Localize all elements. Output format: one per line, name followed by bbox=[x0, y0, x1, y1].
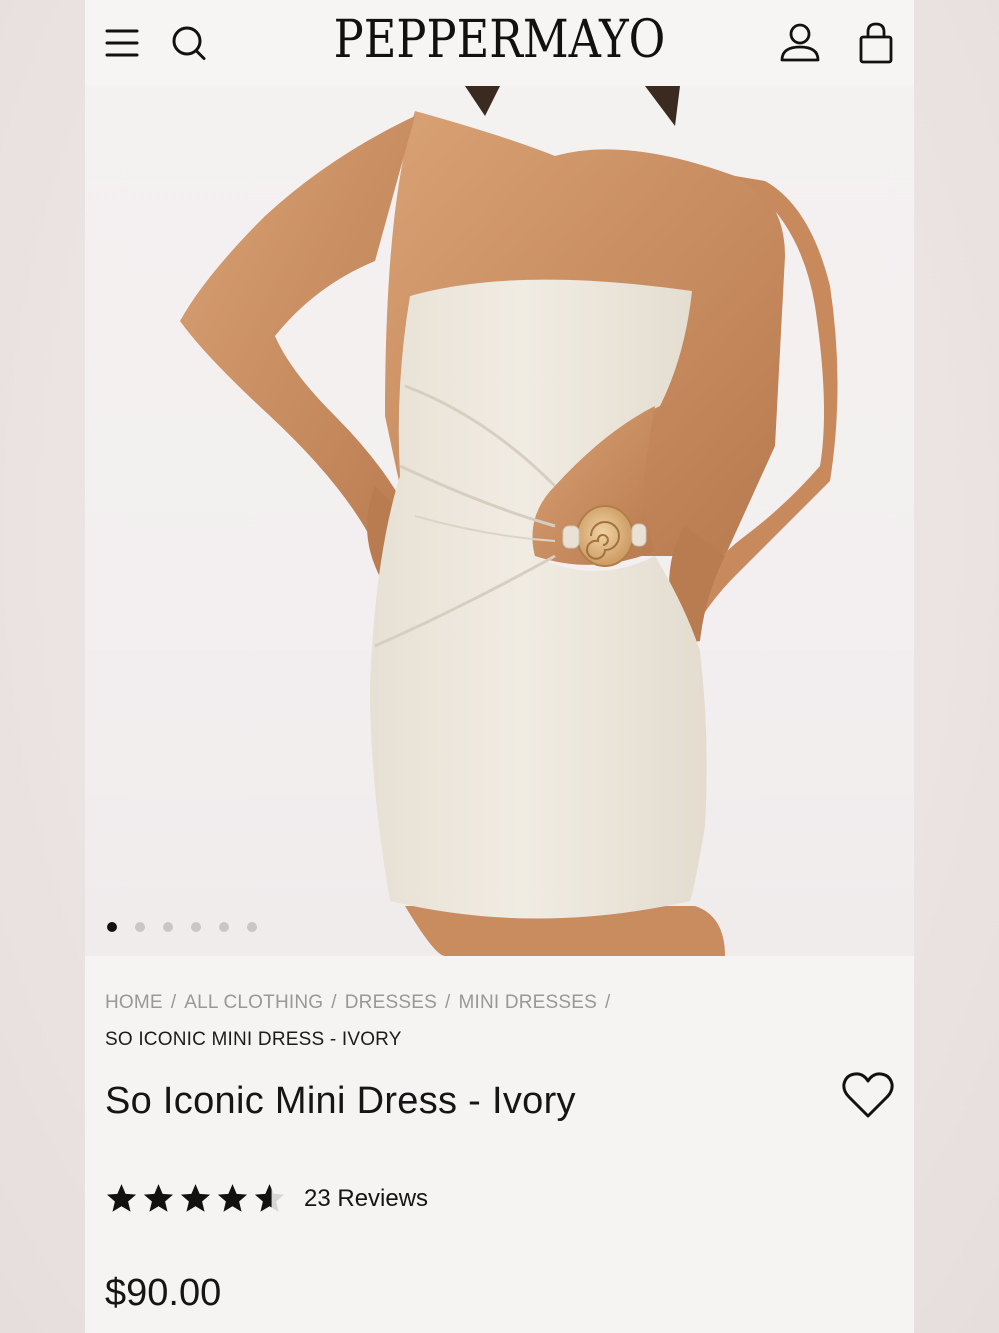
bag-icon[interactable] bbox=[857, 22, 895, 64]
breadcrumb-separator: / bbox=[444, 992, 451, 1013]
gallery-dot[interactable] bbox=[163, 922, 173, 932]
breadcrumb-mini-dresses[interactable]: MINI DRESSES bbox=[458, 992, 597, 1013]
product-image[interactable] bbox=[85, 86, 914, 956]
breadcrumb-separator: / bbox=[605, 992, 611, 1013]
star-icon bbox=[217, 1184, 248, 1212]
breadcrumb-separator: / bbox=[331, 992, 337, 1013]
heart-icon[interactable] bbox=[842, 1072, 894, 1120]
star-icon bbox=[106, 1184, 137, 1212]
gallery-dot[interactable] bbox=[107, 922, 117, 932]
breadcrumb: HOME / ALL CLOTHING / DRESSES / MINI DRESSES / … bbox=[105, 984, 885, 1058]
product-price: $90.00 bbox=[105, 1272, 222, 1314]
star-icon bbox=[143, 1184, 174, 1212]
gallery-dot[interactable] bbox=[219, 922, 229, 932]
gallery-dot[interactable] bbox=[191, 922, 201, 932]
product-info: HOME / ALL CLOTHING / DRESSES / MINI DRESSES / … bbox=[85, 956, 914, 1333]
product-rating[interactable]: 23 Reviews bbox=[105, 1182, 428, 1215]
menu-icon[interactable] bbox=[103, 22, 143, 64]
star-half-icon bbox=[254, 1184, 285, 1212]
brand-logo[interactable]: PEPPERMAYO bbox=[143, 10, 856, 70]
product-page: PEPPERMAYO HOME / ALL CLOTHING / DRESSES… bbox=[85, 0, 914, 1333]
breadcrumb-dresses[interactable]: DRESSES bbox=[345, 992, 437, 1013]
breadcrumb-all-clothing[interactable]: ALL CLOTHING bbox=[184, 992, 323, 1013]
product-photo-illustration bbox=[180, 86, 838, 956]
breadcrumb-separator: / bbox=[170, 992, 177, 1013]
reviews-link[interactable]: 23 Reviews bbox=[304, 1185, 428, 1213]
account-icon[interactable] bbox=[779, 22, 821, 64]
breadcrumb-current: SO ICONIC MINI DRESS - IVORY bbox=[105, 1029, 402, 1050]
star-icon bbox=[180, 1184, 211, 1212]
product-title: So Iconic Mini Dress - Ivory bbox=[105, 1080, 576, 1122]
breadcrumb-home[interactable]: HOME bbox=[105, 992, 163, 1013]
gallery-dot[interactable] bbox=[135, 922, 145, 932]
gallery-pagination bbox=[107, 922, 257, 932]
rating-stars bbox=[105, 1182, 286, 1215]
gallery-dot[interactable] bbox=[247, 922, 257, 932]
site-header: PEPPERMAYO bbox=[85, 0, 914, 86]
